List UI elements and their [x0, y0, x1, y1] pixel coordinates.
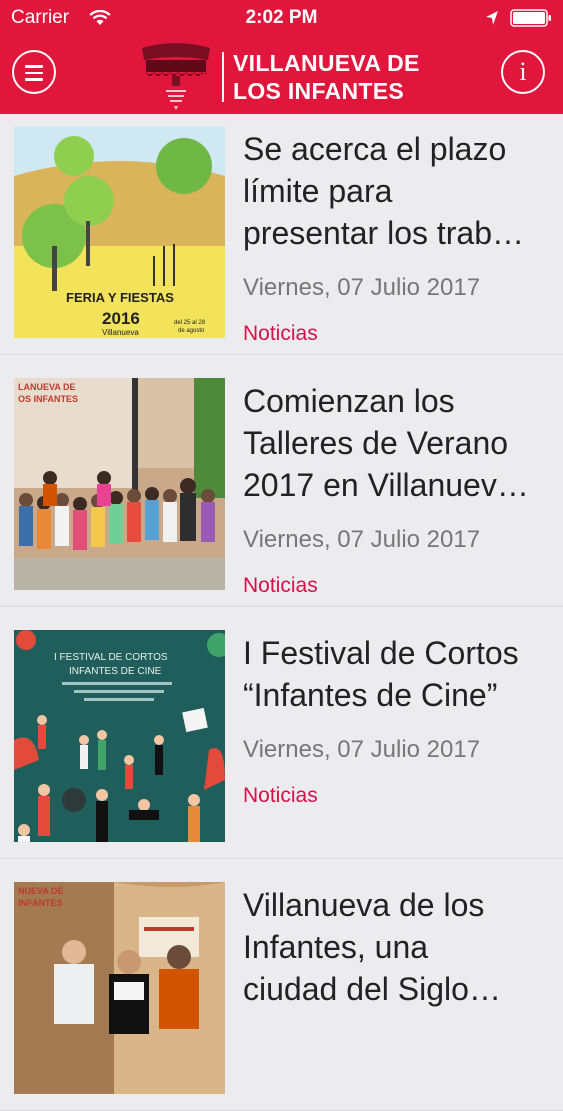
hamburger-icon-bar: [25, 78, 43, 81]
hamburger-icon: [25, 65, 43, 68]
news-title-line: Talleres de Verano: [243, 425, 509, 461]
news-title-line: presentar los trab…: [243, 215, 525, 251]
app-title-line1: VILLANUEVA DE: [233, 50, 420, 76]
news-thumbnail: FERIA Y FIESTAS 2016 Villanueva del 25 a…: [14, 126, 225, 338]
thumb-text: FERIA Y FIESTAS: [66, 290, 174, 305]
news-title-line: Se acerca el plazo: [243, 131, 507, 167]
news-title-line: I Festival de Cortos: [243, 635, 519, 671]
news-title-line: límite para: [243, 173, 393, 209]
news-title: Se acerca el plazo límite para presentar…: [243, 128, 553, 254]
news-title: I Festival de Cortos “Infantes de Cine”: [243, 632, 553, 716]
news-item[interactable]: I FESTIVAL DE CORTOS INFANTES DE CINE I …: [0, 618, 563, 859]
thumb-text: LANUEVA DE: [18, 382, 76, 392]
news-date: Viernes, 07 Julio 2017: [243, 736, 481, 763]
info-icon: i: [519, 57, 527, 86]
news-title-line: ciudad del Siglo…: [243, 971, 501, 1007]
thumb-text: INFANTES: [18, 898, 63, 908]
news-category[interactable]: Noticias: [243, 322, 318, 346]
news-item[interactable]: FERIA Y FIESTAS 2016 Villanueva del 25 a…: [0, 114, 563, 355]
news-title-line: Infantes, una: [243, 929, 429, 965]
news-date: Viernes, 07 Julio 2017: [243, 526, 481, 553]
news-item[interactable]: NUEVA DE INFANTES Villanueva de los Infa…: [0, 870, 563, 1111]
logo-divider: [222, 52, 224, 102]
news-category[interactable]: Noticias: [243, 784, 318, 808]
news-date: Viernes, 07 Julio 2017: [243, 274, 481, 301]
news-thumbnail: NUEVA DE INFANTES: [14, 882, 225, 1094]
battery-icon: [510, 9, 551, 27]
thumb-text: INFANTES DE CINE: [69, 666, 162, 677]
news-title-line: Comienzan los: [243, 383, 455, 419]
clock: 2:02 PM: [245, 7, 318, 28]
news-item[interactable]: LANUEVA DE OS INFANTES Comienzan los Tal…: [0, 366, 563, 607]
thumb-text: 2016: [102, 309, 140, 328]
news-category[interactable]: Noticias: [243, 574, 318, 598]
menu-button[interactable]: [12, 50, 56, 94]
app-title: VILLANUEVA DE LOS INFANTES: [233, 49, 420, 105]
thumb-text: del 25 al 28: [174, 320, 206, 326]
thumb-text: I FESTIVAL DE CORTOS: [54, 652, 168, 663]
news-title: Comienzan los Talleres de Verano 2017 en…: [243, 380, 553, 506]
city-logo: [142, 43, 210, 110]
info-button[interactable]: i: [501, 50, 545, 94]
news-thumbnail: I FESTIVAL DE CORTOS INFANTES DE CINE: [14, 630, 225, 842]
app-title-line2: LOS INFANTES: [233, 78, 405, 104]
news-thumbnail: LANUEVA DE OS INFANTES: [14, 378, 225, 590]
thumb-text: de agosto: [178, 328, 205, 334]
status-bar: Carrier 2:02 PM: [0, 0, 563, 36]
app-header: Carrier 2:02 PM VILLANUEVA DE LOS INFANT…: [0, 0, 563, 114]
news-title-line: Villanueva de los: [243, 887, 485, 923]
news-title: Villanueva de los Infantes, una ciudad d…: [243, 884, 553, 1010]
hamburger-icon-bar: [25, 71, 43, 74]
thumb-text: NUEVA DE: [18, 886, 64, 896]
news-title-line: “Infantes de Cine”: [243, 677, 498, 713]
thumb-text: OS INFANTES: [18, 394, 78, 404]
news-title-line: 2017 en Villanuev…: [243, 467, 529, 503]
thumb-text: Villanueva: [102, 328, 139, 337]
location-arrow-icon: [486, 11, 498, 25]
